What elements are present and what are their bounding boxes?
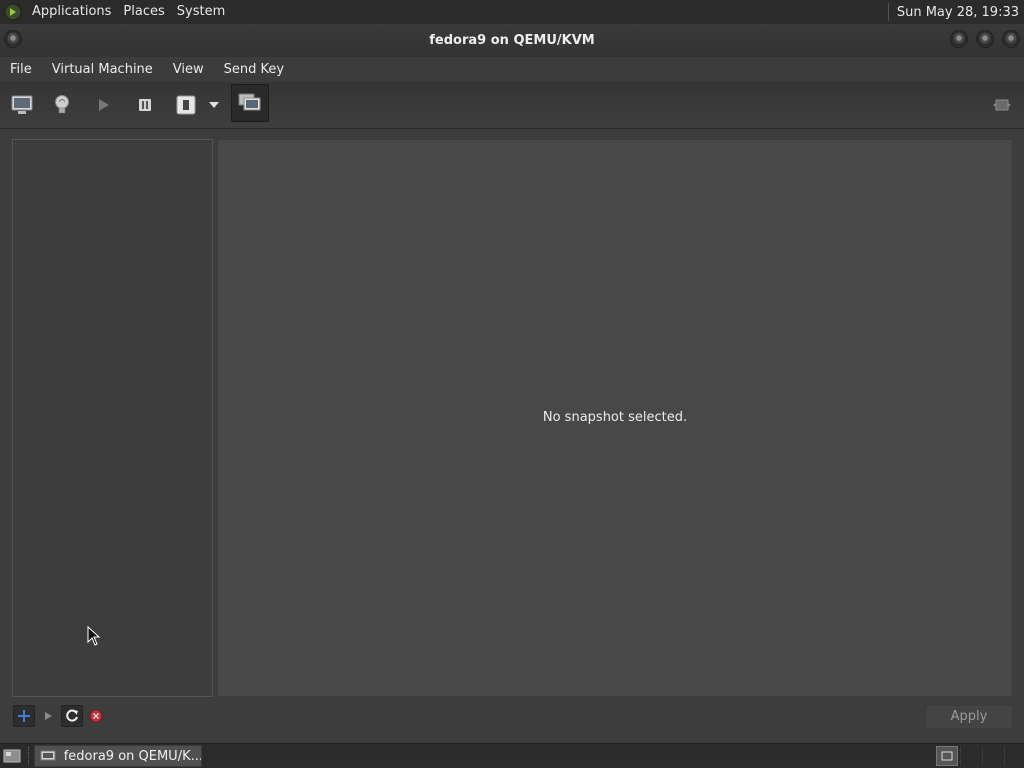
applications-menu[interactable]: Applications — [26, 0, 117, 24]
taskbar-window-button[interactable]: fedora9 on QEMU/K... — [34, 745, 202, 767]
snapshot-detail-pane: No snapshot selected. — [217, 139, 1013, 697]
pause-icon[interactable] — [131, 91, 159, 119]
add-snapshot-icon[interactable] — [13, 705, 35, 727]
gnome-foot-icon[interactable] — [0, 0, 26, 24]
menu-file[interactable]: File — [0, 57, 42, 82]
console-icon[interactable] — [8, 91, 36, 119]
bottom-taskbar: fedora9 on QEMU/K... — [0, 743, 1024, 768]
system-menu[interactable]: System — [171, 0, 231, 24]
menubar: File Virtual Machine View Send Key — [0, 57, 1024, 82]
clock-label: Sun May 28, 19:33 — [896, 4, 1019, 20]
show-desktop-icon[interactable] — [2, 746, 22, 766]
no-snapshot-message: No snapshot selected. — [542, 409, 688, 425]
close-button[interactable] — [1002, 30, 1020, 48]
refresh-icon[interactable] — [61, 705, 83, 727]
window-title: fedora9 on QEMU/KVM — [429, 33, 595, 48]
shutdown-icon[interactable] — [172, 91, 200, 119]
run-icon[interactable] — [89, 91, 117, 119]
clock[interactable]: Sun May 28, 19:33 — [887, 0, 1024, 24]
apply-button[interactable]: Apply — [925, 705, 1013, 729]
top-panel: Applications Places System Sun May 28, 1… — [0, 0, 1024, 24]
places-menu[interactable]: Places — [117, 0, 170, 24]
dropdown-arrow-icon[interactable] — [204, 91, 224, 119]
workspace-1[interactable] — [936, 746, 958, 766]
details-lightbulb-icon[interactable] — [48, 91, 76, 119]
start-snapshot-icon[interactable] — [37, 705, 59, 727]
menu-view[interactable]: View — [163, 57, 214, 82]
snapshot-actions — [13, 704, 107, 728]
virt-manager-icon — [38, 746, 58, 766]
workspace-4[interactable] — [1004, 746, 1024, 766]
snapshot-list[interactable] — [12, 139, 213, 697]
delete-snapshot-icon[interactable] — [85, 705, 107, 727]
maximize-button[interactable] — [976, 30, 994, 48]
minimize-button[interactable] — [950, 30, 968, 48]
workspace-3[interactable] — [982, 746, 1005, 766]
snapshots-icon[interactable] — [231, 84, 269, 122]
menu-send-key[interactable]: Send Key — [214, 57, 294, 82]
workspace-2[interactable] — [960, 746, 983, 766]
toolbar — [0, 82, 1024, 129]
window-titlebar[interactable]: fedora9 on QEMU/KVM — [0, 24, 1024, 57]
fullscreen-icon[interactable] — [988, 91, 1016, 119]
menu-virtual-machine[interactable]: Virtual Machine — [42, 57, 163, 82]
mouse-cursor-icon — [87, 626, 101, 646]
taskbar-separator — [28, 747, 31, 765]
taskbar-window-label: fedora9 on QEMU/K... — [63, 748, 201, 764]
